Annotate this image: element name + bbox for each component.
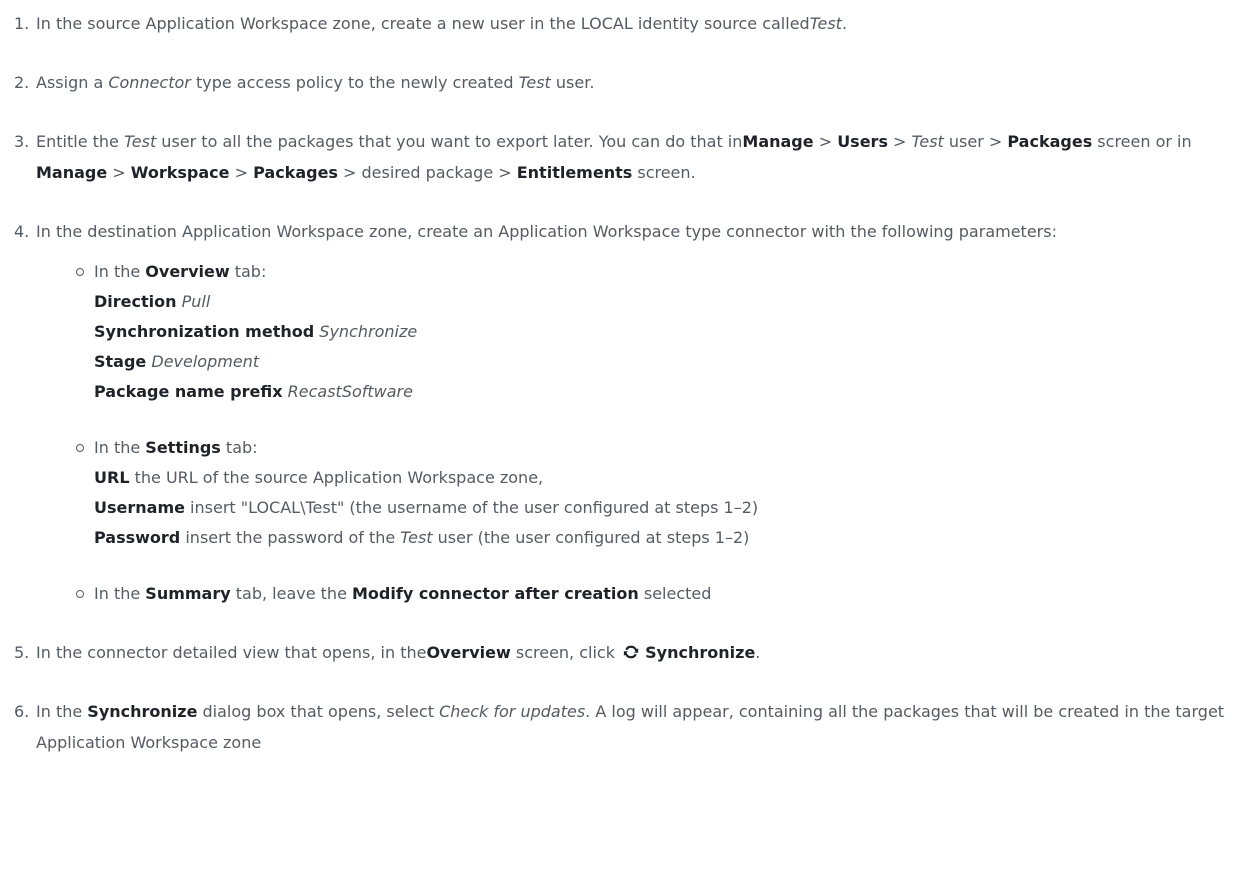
step-text: . bbox=[841, 14, 848, 33]
connector-term: Connector bbox=[108, 73, 191, 92]
step-number: 4. bbox=[14, 222, 30, 241]
step-number: 5. bbox=[14, 643, 30, 662]
param-url: URL the URL of the source Application Wo… bbox=[94, 463, 1230, 493]
step-text: screen, click bbox=[510, 643, 621, 662]
param-stage: Stage Development bbox=[94, 347, 1230, 377]
param-value: insert the password of the bbox=[180, 528, 401, 547]
step-text: In the source Application Workspace zone… bbox=[36, 14, 810, 33]
test-user-name: Test bbox=[809, 14, 842, 33]
param-value: Synchronize bbox=[319, 322, 418, 341]
ui-path-users: Users bbox=[837, 132, 888, 151]
param-value: RecastSoftware bbox=[287, 382, 413, 401]
step-text: Entitle the bbox=[36, 132, 124, 151]
sync-icon bbox=[623, 645, 639, 659]
param-package-prefix: Package name prefix RecastSoftware bbox=[94, 377, 1230, 407]
step-number: 1. bbox=[14, 14, 30, 33]
step-text: type access policy to the newly created bbox=[190, 73, 519, 92]
step-number: 6. bbox=[14, 702, 30, 721]
ui-path-packages: Packages bbox=[1007, 132, 1093, 151]
tab-name-summary: Summary bbox=[145, 584, 231, 603]
param-label: Package name prefix bbox=[94, 382, 283, 401]
param-value: Development bbox=[151, 352, 260, 371]
ui-path-packages: Packages bbox=[253, 163, 338, 182]
step-text: tab, leave the bbox=[230, 584, 352, 603]
option-modify-connector: Modify connector after creation bbox=[352, 584, 639, 603]
path-separator: > bbox=[813, 132, 838, 151]
summary-tab-item: In the Summary tab, leave the Modify con… bbox=[76, 579, 1230, 609]
param-label: Direction bbox=[94, 292, 177, 311]
step-text: In the bbox=[94, 438, 146, 457]
step-text: screen or in bbox=[1092, 132, 1192, 151]
param-value: Pull bbox=[181, 292, 211, 311]
param-password: Password insert the password of the Test… bbox=[94, 523, 1230, 553]
settings-tab-heading: In the Settings tab: bbox=[94, 433, 1230, 463]
param-label: URL bbox=[94, 468, 130, 487]
step-text: user. bbox=[550, 73, 595, 92]
param-label: Stage bbox=[94, 352, 147, 371]
tab-name-overview: Overview bbox=[145, 262, 230, 281]
ui-path-manage: Manage bbox=[36, 163, 108, 182]
step-6: 6. In the Synchronize dialog box that op… bbox=[14, 696, 1230, 758]
step-text: > desired package > bbox=[337, 163, 517, 182]
screen-name-overview: Overview bbox=[426, 643, 511, 662]
test-user-name: Test bbox=[123, 132, 157, 151]
param-value: the URL of the source Application Worksp… bbox=[129, 468, 544, 487]
param-sync-method: Synchronization method Synchronize bbox=[94, 317, 1230, 347]
step-text: user > bbox=[948, 132, 1008, 151]
step-4: 4. In the destination Application Worksp… bbox=[14, 216, 1230, 609]
step-text: tab: bbox=[229, 262, 267, 281]
overview-tab-item: In the Overview tab: Direction Pull Sync… bbox=[76, 257, 1230, 407]
param-username: Username insert "LOCAL\Test" (the userna… bbox=[94, 493, 1230, 523]
step-number: 3. bbox=[14, 132, 30, 151]
step-1: 1. In the source Application Workspace z… bbox=[14, 8, 1230, 39]
connector-parameters-list: In the Overview tab: Direction Pull Sync… bbox=[36, 257, 1230, 609]
option-check-for-updates: Check for updates bbox=[439, 702, 586, 721]
step-2: 2. Assign a Connector type access policy… bbox=[14, 67, 1230, 98]
step-text: user to all the packages that you want t… bbox=[156, 132, 743, 151]
test-user-name: Test bbox=[518, 73, 551, 92]
step-text: In the bbox=[94, 584, 146, 603]
param-value: insert "LOCAL\Test" (the username of the… bbox=[184, 498, 759, 517]
step-text: dialog box that opens, select bbox=[197, 702, 440, 721]
param-label: Synchronization method bbox=[94, 322, 315, 341]
step-text: tab: bbox=[220, 438, 258, 457]
settings-tab-item: In the Settings tab: URL the URL of the … bbox=[76, 433, 1230, 553]
path-separator: > bbox=[887, 132, 912, 151]
synchronize-label: Synchronize bbox=[645, 643, 756, 662]
step-text: selected bbox=[638, 584, 712, 603]
ui-path-manage: Manage bbox=[742, 132, 814, 151]
step-text: In the bbox=[36, 702, 88, 721]
step-text: In the destination Application Workspace… bbox=[36, 222, 1057, 241]
path-separator: > bbox=[107, 163, 131, 182]
steps-list: 1. In the source Application Workspace z… bbox=[14, 8, 1230, 758]
step-number: 2. bbox=[14, 73, 30, 92]
dialog-name-synchronize: Synchronize bbox=[87, 702, 198, 721]
tab-name-settings: Settings bbox=[145, 438, 221, 457]
step-text: screen. bbox=[632, 163, 696, 182]
overview-tab-heading: In the Overview tab: bbox=[94, 257, 1230, 287]
step-text: In the bbox=[94, 262, 146, 281]
step-text: In the connector detailed view that open… bbox=[36, 643, 427, 662]
step-text: . bbox=[755, 643, 761, 662]
param-value: user (the user configured at steps 1–2) bbox=[432, 528, 750, 547]
step-5: 5. In the connector detailed view that o… bbox=[14, 637, 1230, 668]
ui-path-entitlements: Entitlements bbox=[516, 163, 633, 182]
ui-path-workspace: Workspace bbox=[130, 163, 230, 182]
test-user-name: Test bbox=[400, 528, 433, 547]
step-3: 3. Entitle the Test user to all the pack… bbox=[14, 126, 1230, 188]
param-label: Username bbox=[94, 498, 185, 517]
instructions-document: 1. In the source Application Workspace z… bbox=[0, 0, 1246, 758]
path-separator: > bbox=[229, 163, 254, 182]
param-label: Password bbox=[94, 528, 181, 547]
param-direction: Direction Pull bbox=[94, 287, 1230, 317]
test-user-name: Test bbox=[911, 132, 944, 151]
step-text: Assign a bbox=[36, 73, 109, 92]
